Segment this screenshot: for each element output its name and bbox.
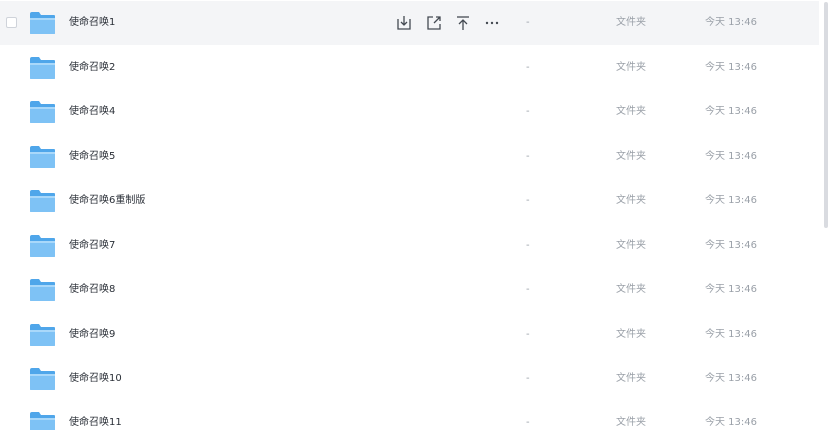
- file-list: 使命召唤1 - 文件夹 今天 13:46 使命召唤2 - 文件夹 今天 13:4…: [0, 0, 828, 430]
- file-type: 文件夹: [616, 62, 646, 73]
- file-size: -: [526, 195, 530, 206]
- file-row[interactable]: 使命召唤4 - 文件夹 今天 13:46: [0, 90, 819, 134]
- file-size: -: [526, 151, 530, 162]
- file-name[interactable]: 使命召唤6重制版: [69, 194, 145, 208]
- file-type: 文件夹: [616, 240, 646, 251]
- file-row[interactable]: 使命召唤11 - 文件夹 今天 13:46: [0, 401, 819, 430]
- file-row[interactable]: 使命召唤6重制版 - 文件夹 今天 13:46: [0, 179, 819, 223]
- pin-top-icon[interactable]: [453, 13, 473, 33]
- file-modified-time: 今天 13:46: [705, 17, 757, 28]
- file-type: 文件夹: [616, 195, 646, 206]
- folder-icon: [29, 145, 56, 169]
- file-row[interactable]: 使命召唤9 - 文件夹 今天 13:46: [0, 313, 819, 357]
- file-name[interactable]: 使命召唤11: [69, 416, 122, 430]
- file-row[interactable]: 使命召唤2 - 文件夹 今天 13:46: [0, 46, 819, 90]
- file-type: 文件夹: [616, 329, 646, 340]
- file-name[interactable]: 使命召唤9: [69, 328, 115, 342]
- file-type: 文件夹: [616, 417, 646, 428]
- more-icon[interactable]: [482, 13, 502, 33]
- file-modified-time: 今天 13:46: [705, 373, 757, 384]
- folder-icon: [29, 100, 56, 124]
- file-name[interactable]: 使命召唤5: [69, 150, 115, 164]
- file-modified-time: 今天 13:46: [705, 195, 757, 206]
- file-modified-time: 今天 13:46: [705, 417, 757, 428]
- file-name[interactable]: 使命召唤8: [69, 283, 115, 297]
- folder-icon: [29, 234, 56, 258]
- file-size: -: [526, 373, 530, 384]
- folder-icon: [29, 323, 56, 347]
- row-checkbox[interactable]: [6, 17, 17, 28]
- file-row[interactable]: 使命召唤1 - 文件夹 今天 13:46: [0, 1, 819, 45]
- folder-icon: [29, 11, 56, 35]
- file-size: -: [526, 240, 530, 251]
- file-name[interactable]: 使命召唤7: [69, 239, 115, 253]
- file-type: 文件夹: [616, 151, 646, 162]
- file-row[interactable]: 使命召唤8 - 文件夹 今天 13:46: [0, 268, 819, 312]
- file-size: -: [526, 417, 530, 428]
- file-modified-time: 今天 13:46: [705, 106, 757, 117]
- file-type: 文件夹: [616, 17, 646, 28]
- file-type: 文件夹: [616, 284, 646, 295]
- file-type: 文件夹: [616, 373, 646, 384]
- scrollbar-thumb[interactable]: [824, 2, 828, 228]
- file-modified-time: 今天 13:46: [705, 62, 757, 73]
- scrollbar[interactable]: [823, 0, 828, 430]
- file-name[interactable]: 使命召唤10: [69, 372, 122, 386]
- share-icon[interactable]: [424, 13, 444, 33]
- file-size: -: [526, 284, 530, 295]
- file-name[interactable]: 使命召唤4: [69, 105, 115, 119]
- file-row[interactable]: 使命召唤7 - 文件夹 今天 13:46: [0, 224, 819, 268]
- file-name[interactable]: 使命召唤1: [69, 16, 115, 30]
- file-modified-time: 今天 13:46: [705, 151, 757, 162]
- folder-icon: [29, 189, 56, 213]
- file-name[interactable]: 使命召唤2: [69, 61, 115, 75]
- folder-icon: [29, 56, 56, 80]
- folder-icon: [29, 367, 56, 391]
- file-modified-time: 今天 13:46: [705, 240, 757, 251]
- file-row[interactable]: 使命召唤5 - 文件夹 今天 13:46: [0, 135, 819, 179]
- file-size: -: [526, 106, 530, 117]
- folder-icon: [29, 411, 56, 430]
- file-size: -: [526, 329, 530, 340]
- file-row[interactable]: 使命召唤10 - 文件夹 今天 13:46: [0, 357, 819, 401]
- file-size: -: [526, 62, 530, 73]
- file-modified-time: 今天 13:46: [705, 284, 757, 295]
- file-size: -: [526, 17, 530, 28]
- download-icon[interactable]: [394, 13, 414, 33]
- file-modified-time: 今天 13:46: [705, 329, 757, 340]
- file-type: 文件夹: [616, 106, 646, 117]
- folder-icon: [29, 278, 56, 302]
